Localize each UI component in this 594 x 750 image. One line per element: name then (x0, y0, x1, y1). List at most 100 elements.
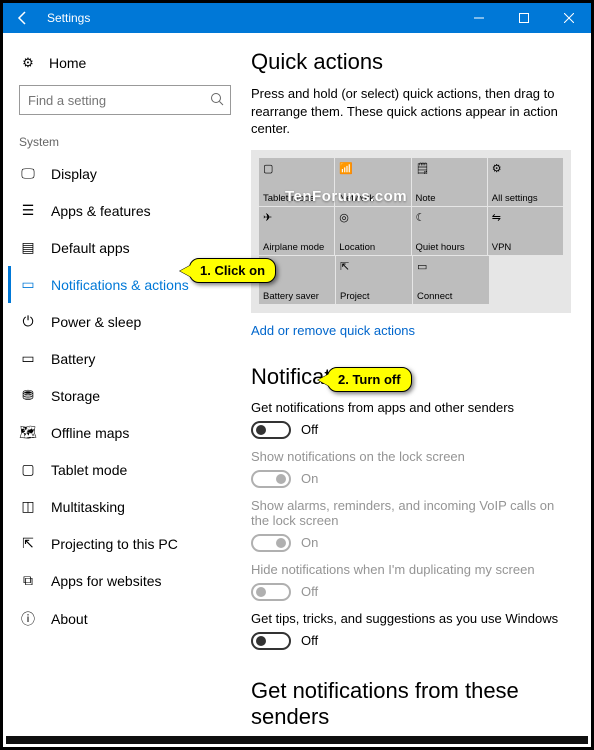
sidebar-item-label: Projecting to this PC (51, 536, 178, 552)
multitask-icon: ◫ (19, 498, 37, 515)
titlebar: Settings (3, 3, 591, 33)
toggle-tips-tricks[interactable] (251, 632, 291, 650)
qa-tile-location[interactable]: ◎Location (335, 207, 410, 255)
toggle-state: On (301, 535, 318, 550)
sidebar-item-label: Tablet mode (51, 462, 127, 478)
airplane-icon: ✈ (263, 211, 330, 224)
window-buttons (456, 3, 591, 33)
tablet-icon: ▢ (263, 162, 330, 175)
sidebar-item-label: Battery (51, 351, 95, 367)
sidebar-item-power-sleep[interactable]: ⏻ Power & sleep (8, 303, 251, 340)
sidebar-item-apps-features[interactable]: ☰ Apps & features (8, 192, 251, 229)
wifi-icon: 📶 (339, 162, 406, 175)
qa-tile-all-settings[interactable]: ⚙All settings (488, 158, 563, 206)
maximize-button[interactable] (501, 3, 546, 33)
search-box[interactable] (19, 85, 231, 115)
qa-tile-network[interactable]: 📶Network (335, 158, 410, 206)
annotation-turn-off: 2. Turn off (327, 367, 412, 392)
gear-icon: ⚙ (492, 162, 559, 175)
close-button[interactable] (546, 3, 591, 33)
close-icon (564, 13, 574, 23)
sidebar-item-label: About (51, 611, 88, 627)
search-input[interactable] (28, 93, 210, 108)
sidebar-group-label: System (11, 125, 251, 155)
sidebar-item-apps-websites[interactable]: ⧉ Apps for websites (8, 562, 251, 599)
tablet-icon: ▢ (19, 461, 37, 478)
project-icon: ⇱ (340, 260, 408, 273)
gear-icon: ⚙ (19, 55, 37, 71)
quick-actions-grid: ▢Tablet mode 📶Network 🗒Note ⚙All setting… (251, 150, 571, 313)
setting-label: Show alarms, reminders, and incoming VoI… (251, 498, 569, 528)
qa-tile-tablet-mode[interactable]: ▢Tablet mode (259, 158, 334, 206)
search-icon (210, 92, 224, 109)
message-icon: ▭ (19, 276, 37, 293)
toggle-state: Off (301, 633, 318, 648)
setting-label: Get notifications from apps and other se… (251, 400, 569, 415)
sidebar-item-label: Offline maps (51, 425, 129, 441)
annotation-click-on: 1. Click on (189, 258, 276, 283)
qa-tile-project[interactable]: ⇱Project (336, 256, 412, 304)
grid-icon: ▤ (19, 239, 37, 256)
project-icon: ⇱ (19, 535, 37, 552)
qa-tile-airplane-mode[interactable]: ✈Airplane mode (259, 207, 334, 255)
sidebar-item-label: Power & sleep (51, 314, 141, 330)
moon-icon: ☾ (416, 211, 483, 224)
vpn-icon: ⇋ (492, 211, 559, 224)
setting-label: Get tips, tricks, and suggestions as you… (251, 611, 569, 626)
connect-icon: ▭ (417, 260, 485, 273)
quick-actions-desc: Press and hold (or select) quick actions… (251, 85, 569, 138)
sidebar: ⚙ Home System 🖵 Display ☰ Apps & feature… (3, 33, 251, 739)
home-button[interactable]: ⚙ Home (11, 47, 251, 85)
sidebar-item-projecting[interactable]: ⇱ Projecting to this PC (8, 525, 251, 562)
main-panel: Quick actions Press and hold (or select)… (251, 33, 591, 739)
sidebar-item-label: Notifications & actions (51, 277, 189, 293)
qa-tile-vpn[interactable]: ⇋VPN (488, 207, 563, 255)
qa-tile-quiet-hours[interactable]: ☾Quiet hours (412, 207, 487, 255)
location-icon: ◎ (339, 211, 406, 224)
qa-tile-note[interactable]: 🗒Note (412, 158, 487, 206)
minimize-icon (474, 13, 484, 23)
sidebar-item-label: Default apps (51, 240, 130, 256)
quick-actions-heading: Quick actions (251, 49, 569, 75)
sidebar-item-label: Display (51, 166, 97, 182)
sidebar-item-storage[interactable]: ⛃ Storage (8, 377, 251, 414)
toggle-state: Off (301, 584, 318, 599)
sidebar-item-battery[interactable]: ▭ Battery (8, 340, 251, 377)
drive-icon: ⛃ (19, 387, 37, 404)
setting-label: Show notifications on the lock screen (251, 449, 569, 464)
qa-tile-connect[interactable]: ▭Connect (413, 256, 489, 304)
toggle-hide-duplicating (251, 583, 291, 601)
sidebar-item-tablet-mode[interactable]: ▢ Tablet mode (8, 451, 251, 488)
senders-heading: Get notifications from these senders (251, 678, 569, 730)
sidebar-item-offline-maps[interactable]: 🗺 Offline maps (8, 414, 251, 451)
toggle-state: Off (301, 422, 318, 437)
info-icon: ⓘ (19, 609, 37, 629)
monitor-icon: 🖵 (19, 165, 37, 182)
sidebar-item-label: Multitasking (51, 499, 125, 515)
setting-label: Hide notifications when I'm duplicating … (251, 562, 569, 577)
link-icon: ⧉ (19, 572, 37, 589)
sidebar-item-label: Storage (51, 388, 100, 404)
map-icon: 🗺 (19, 424, 37, 441)
home-label: Home (49, 55, 86, 71)
note-icon: 🗒 (416, 162, 483, 175)
battery-icon: ▭ (19, 350, 37, 367)
toggle-alarms-lock-screen (251, 534, 291, 552)
minimize-button[interactable] (456, 3, 501, 33)
power-icon: ⏻ (19, 313, 37, 330)
sidebar-item-label: Apps for websites (51, 573, 162, 589)
list-icon: ☰ (19, 202, 37, 219)
sidebar-item-display[interactable]: 🖵 Display (8, 155, 251, 192)
toggle-state: On (301, 471, 318, 486)
window-title: Settings (43, 11, 456, 25)
arrow-left-icon (15, 10, 31, 26)
sidebar-item-label: Apps & features (51, 203, 151, 219)
maximize-icon (519, 13, 529, 23)
add-remove-quick-actions-link[interactable]: Add or remove quick actions (251, 323, 415, 338)
taskbar (6, 736, 588, 744)
toggle-lock-screen-notifs (251, 470, 291, 488)
toggle-get-notifications[interactable] (251, 421, 291, 439)
back-button[interactable] (3, 3, 43, 33)
sidebar-item-multitasking[interactable]: ◫ Multitasking (8, 488, 251, 525)
sidebar-item-about[interactable]: ⓘ About (8, 599, 251, 639)
